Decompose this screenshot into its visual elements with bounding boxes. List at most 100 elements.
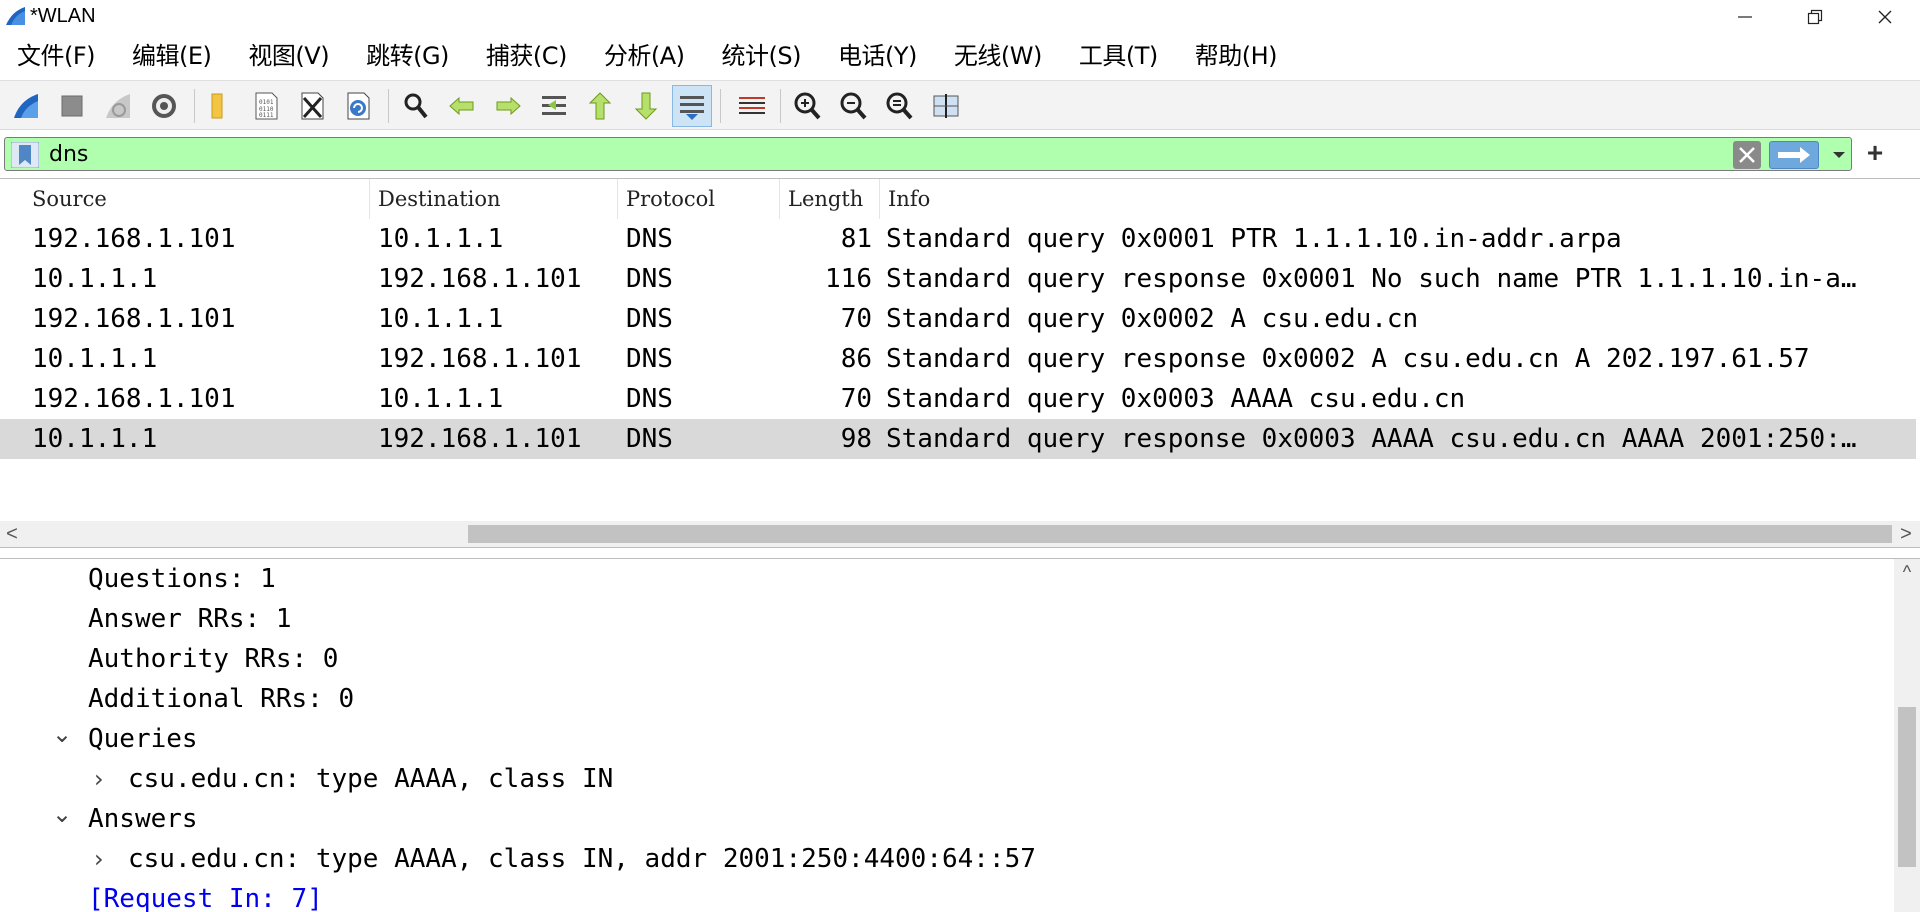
packet-cell-length: 70 xyxy=(840,384,872,414)
column-header-info[interactable]: Info xyxy=(880,179,1920,219)
resize-columns-button[interactable] xyxy=(926,85,966,127)
colorize-button[interactable] xyxy=(732,85,772,127)
arrow-right-icon xyxy=(1778,147,1810,163)
go-to-packet-button[interactable] xyxy=(534,85,574,127)
stop-capture-button[interactable] xyxy=(52,85,92,127)
restart-capture-button[interactable] xyxy=(98,85,138,127)
detail-line: csu.edu.cn: type AAAA, class IN xyxy=(128,764,614,794)
column-header-protocol[interactable]: Protocol xyxy=(618,179,780,219)
packet-row[interactable]: 10.1.1.1 192.168.1.101 DNS 116 Standard quer… xyxy=(0,259,1916,299)
packet-list: Source Destination Protocol Length Info … xyxy=(0,178,1920,548)
packet-cell-source: 10.1.1.1 xyxy=(32,344,158,374)
packet-cell-destination: 10.1.1.1 xyxy=(378,304,504,334)
expand-chevron-icon[interactable]: › xyxy=(94,759,104,799)
packet-cell-source: 192.168.1.101 xyxy=(32,224,236,254)
packet-cell-length: 81 xyxy=(840,224,872,254)
menu-capture[interactable]: 捕获(C) xyxy=(477,38,576,74)
close-file-button[interactable] xyxy=(292,85,332,127)
clear-filter-button[interactable] xyxy=(1733,141,1761,169)
detail-line: Answer RRs: 1 xyxy=(88,604,292,634)
start-capture-button[interactable] xyxy=(6,85,46,127)
expand-chevron-icon[interactable]: › xyxy=(94,839,104,879)
packet-row[interactable]: 192.168.1.101 10.1.1.1 DNS 70 Standard query… xyxy=(0,299,1916,339)
filter-history-dropdown[interactable] xyxy=(1829,144,1849,166)
close-file-icon xyxy=(301,92,324,120)
vertical-scrollbar[interactable]: ^ xyxy=(1894,559,1920,912)
title-bar: *WLAN xyxy=(0,0,1920,34)
scroll-left-button[interactable]: < xyxy=(2,523,22,545)
first-packet-button[interactable] xyxy=(580,85,620,127)
toolbar-separator xyxy=(194,89,195,123)
packet-cell-info: Standard query response 0x0003 AAAA csu.… xyxy=(886,424,1857,454)
find-packet-button[interactable] xyxy=(396,85,436,127)
packet-row[interactable]: 10.1.1.1 192.168.1.101 DNS 86 Standard query… xyxy=(0,339,1916,379)
collapse-chevron-icon[interactable]: ⌄ xyxy=(52,799,72,839)
request-in-link[interactable]: [Request In: 7] xyxy=(88,879,323,912)
zoom-in-button[interactable] xyxy=(788,85,828,127)
menu-view[interactable]: 视图(V) xyxy=(239,38,338,74)
close-icon xyxy=(1878,10,1892,24)
save-file-button[interactable]: 0101 0110 0111 xyxy=(246,85,286,127)
restore-button[interactable] xyxy=(1780,0,1850,34)
menu-go[interactable]: 跳转(G) xyxy=(357,38,458,74)
toolbar-separator xyxy=(720,89,721,123)
detail-line: csu.edu.cn: type AAAA, class IN, addr 20… xyxy=(128,844,1036,874)
go-back-button[interactable] xyxy=(442,85,482,127)
detail-line: Additional RRs: 0 xyxy=(88,684,355,714)
column-header-destination[interactable]: Destination xyxy=(370,179,618,219)
column-header-length[interactable]: Length xyxy=(780,179,880,219)
svg-text:0111: 0111 xyxy=(259,112,274,119)
capture-options-button[interactable] xyxy=(144,85,184,127)
minimize-button[interactable] xyxy=(1710,0,1780,34)
go-forward-icon xyxy=(496,96,521,116)
normal-size-button[interactable] xyxy=(880,85,920,127)
close-button[interactable] xyxy=(1850,0,1920,34)
save-file-icon: 010101100111 xyxy=(255,92,278,120)
menu-statistics[interactable]: 统计(S) xyxy=(713,38,810,74)
apply-filter-button[interactable] xyxy=(1769,141,1819,169)
autoscroll-button[interactable] xyxy=(672,85,712,127)
chevron-down-icon xyxy=(1833,152,1845,158)
reload-button[interactable] xyxy=(338,85,378,127)
bookmark-icon[interactable] xyxy=(11,142,39,168)
menu-tools[interactable]: 工具(T) xyxy=(1070,38,1167,74)
go-back-icon xyxy=(449,96,474,116)
display-filter-input[interactable]: dns xyxy=(4,137,1852,171)
horizontal-scrollbar[interactable]: < > xyxy=(0,521,1920,547)
add-filter-button[interactable]: + xyxy=(1860,138,1890,168)
scrollbar-thumb[interactable] xyxy=(468,525,1892,543)
filter-value[interactable]: dns xyxy=(49,142,88,167)
scroll-up-button[interactable]: ^ xyxy=(1894,561,1920,583)
packet-list-header: Source Destination Protocol Length Info xyxy=(0,179,1920,219)
go-forward-button[interactable] xyxy=(488,85,528,127)
packet-cell-protocol: DNS xyxy=(626,304,673,334)
packet-cell-length: 86 xyxy=(840,344,872,374)
menu-telephony[interactable]: 电话(Y) xyxy=(829,38,926,74)
zoom-out-button[interactable] xyxy=(834,85,874,127)
column-header-source[interactable]: Source xyxy=(24,179,370,219)
packet-row[interactable]: 10.1.1.1 192.168.1.101 DNS 98 Standard query… xyxy=(0,419,1916,459)
scrollbar-thumb[interactable] xyxy=(1898,707,1916,867)
minimize-icon xyxy=(1738,16,1752,18)
packet-details-pane: Questions: 1 Answer RRs: 1 Authority RRs: … xyxy=(0,558,1920,912)
last-packet-button[interactable] xyxy=(626,85,666,127)
wireshark-logo-icon xyxy=(6,7,25,25)
packet-cell-destination: 192.168.1.101 xyxy=(378,344,582,374)
menu-analyze[interactable]: 分析(A) xyxy=(595,38,694,74)
collapse-chevron-icon[interactable]: ⌄ xyxy=(52,719,72,759)
menu-edit[interactable]: 编辑(E) xyxy=(123,38,220,74)
menu-wireless[interactable]: 无线(W) xyxy=(945,38,1051,74)
open-file-button[interactable] xyxy=(200,85,240,127)
packet-row[interactable]: 192.168.1.101 10.1.1.1 DNS 81 Standard query… xyxy=(0,219,1916,259)
detail-line: Answers xyxy=(88,804,198,834)
packet-row[interactable]: 192.168.1.101 10.1.1.1 DNS 70 Standard query… xyxy=(0,379,1916,419)
main-toolbar: 0101 0110 0111 xyxy=(0,80,1920,130)
packet-cell-info: Standard query 0x0001 PTR 1.1.1.10.in-ad… xyxy=(886,224,1622,254)
packet-cell-length: 98 xyxy=(840,424,872,454)
window-title: *WLAN xyxy=(30,5,96,27)
menu-help[interactable]: 帮助(H) xyxy=(1186,38,1286,74)
menu-file[interactable]: 文件(F) xyxy=(8,38,104,74)
scroll-right-button[interactable]: > xyxy=(1896,523,1916,545)
packet-cell-source: 10.1.1.1 xyxy=(32,264,158,294)
restart-capture-icon xyxy=(106,94,130,118)
